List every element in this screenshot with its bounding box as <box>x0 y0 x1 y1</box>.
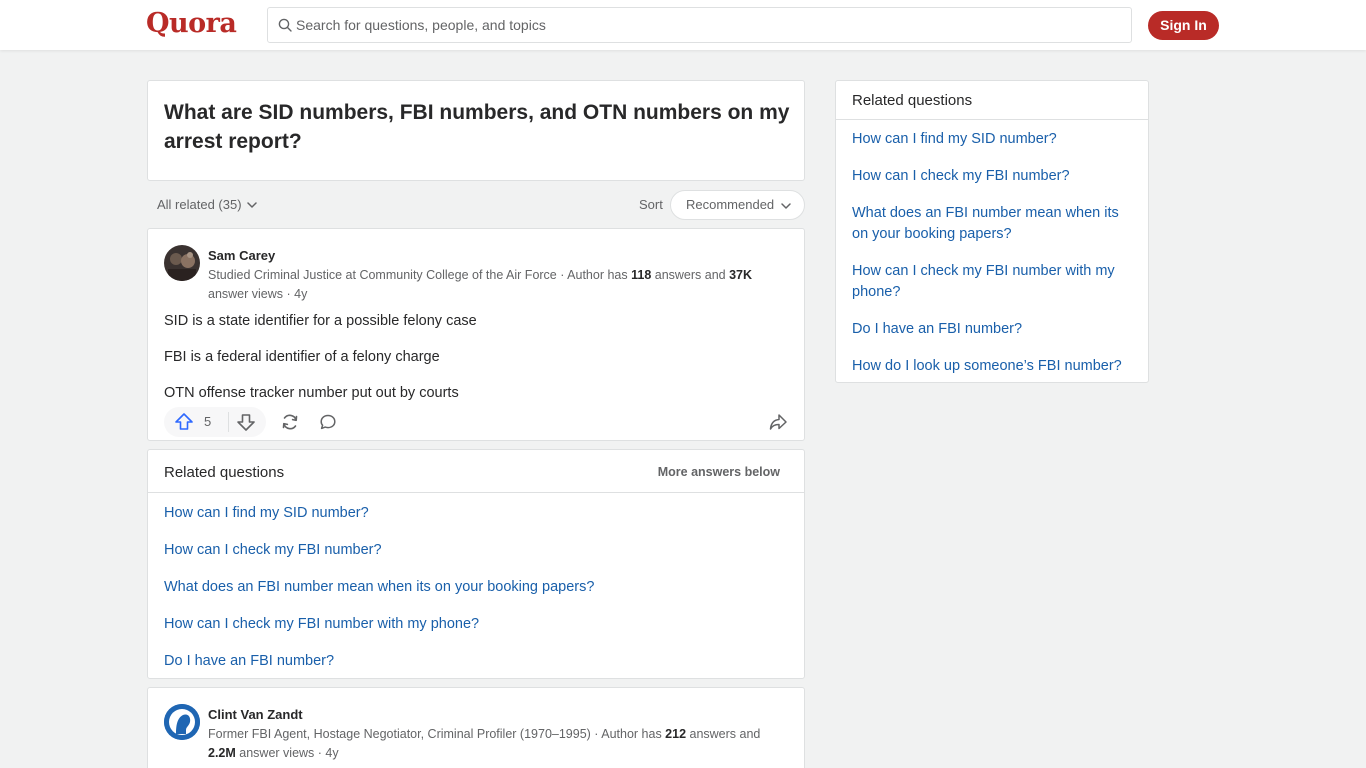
quora-logo[interactable]: Quora <box>146 8 237 39</box>
sign-in-button[interactable]: Sign In <box>1148 11 1219 40</box>
credential-text: answer views · 4y <box>235 745 339 760</box>
avatar[interactable] <box>164 704 200 740</box>
credential-text: answers and <box>651 268 730 282</box>
sidebar-question-link[interactable]: Do I have an FBI number? <box>852 319 1137 340</box>
chevron-down-icon <box>781 203 791 209</box>
related-question-link[interactable]: What does an FBI number mean when its on… <box>164 577 794 614</box>
question-title: What are SID numbers, FBI numbers, and O… <box>164 101 790 153</box>
credential-text: Former FBI Agent, Hostage Negotiator, Cr… <box>208 727 666 741</box>
answer-card: Sam Carey Studied Criminal Justice at Co… <box>147 228 805 441</box>
sort-dropdown[interactable]: Recommended <box>670 190 805 220</box>
answer-paragraph: FBI is a federal identifier of a felony … <box>164 349 440 365</box>
credential-text: Studied Criminal Justice at Community Co… <box>208 268 632 282</box>
reshare-button[interactable] <box>280 412 300 437</box>
share-button[interactable] <box>768 412 788 437</box>
sidebar-question-link[interactable]: How can I find my SID number? <box>852 129 1137 150</box>
related-question-link[interactable]: Do I have an FBI number? <box>164 651 794 688</box>
answer-paragraph: OTN offense tracker number put out by co… <box>164 385 459 401</box>
views-count: 2.2M <box>208 745 236 760</box>
question-card: What are SID numbers, FBI numbers, and O… <box>147 80 805 181</box>
avatar[interactable] <box>164 245 200 281</box>
reshare-icon <box>282 414 298 430</box>
sidebar-related-questions: Related questions How can I find my SID … <box>835 80 1149 383</box>
sidebar-question-list: How can I find my SID number? How can I … <box>852 129 1137 393</box>
sidebar-title: Related questions <box>852 92 973 109</box>
sidebar-question-link[interactable]: How can I check my FBI number? <box>852 166 1137 187</box>
search-input[interactable] <box>296 8 1116 42</box>
sidebar-question-link[interactable]: How can I check my FBI number with my ph… <box>852 261 1137 303</box>
upvote-button[interactable] <box>174 412 194 437</box>
answer-filter-bar: All related (35) Sort Recommended <box>147 190 805 220</box>
author-credentials: Former FBI Agent, Hostage Negotiator, Cr… <box>208 725 788 762</box>
top-bar: Quora Sign In <box>0 0 1366 50</box>
more-answers-below: More answers below <box>657 465 780 479</box>
sidebar-question-link[interactable]: How do I look up someone’s FBI number? <box>852 356 1137 377</box>
author-name[interactable]: Clint Van Zandt <box>208 707 303 722</box>
author-name[interactable]: Sam Carey <box>208 248 275 263</box>
downvote-button[interactable] <box>236 412 256 437</box>
upvote-count: 5 <box>204 414 212 429</box>
related-questions-list: How can I find my SID number? How can I … <box>164 503 794 688</box>
downvote-icon <box>237 414 255 431</box>
answer-actions: 5 <box>164 407 792 437</box>
sort-label: Sort <box>639 197 663 212</box>
chevron-down-icon <box>246 202 257 208</box>
related-questions-title: Related questions <box>164 464 285 481</box>
sort-value: Recommended <box>686 197 775 212</box>
all-related-dropdown[interactable]: All related (35) <box>157 197 258 212</box>
all-related-label: All related (35) <box>157 197 242 212</box>
answers-count: 118 <box>631 268 652 282</box>
vote-pill: 5 <box>164 407 266 437</box>
author-credentials: Studied Criminal Justice at Community Co… <box>208 266 788 303</box>
credential-text: answer views · 4y <box>208 286 308 301</box>
sidebar-header: Related questions <box>836 81 1148 120</box>
answer-body: SID is a state identifier for a possible… <box>164 311 784 419</box>
related-question-link[interactable]: How can I check my FBI number? <box>164 540 794 577</box>
sidebar-question-link[interactable]: What does an FBI number mean when its on… <box>852 203 1137 245</box>
views-count: 37K <box>729 268 753 282</box>
answer-paragraph: SID is a state identifier for a possible… <box>164 313 477 329</box>
vote-divider <box>228 412 229 432</box>
share-icon <box>769 414 787 430</box>
related-questions-card: Related questions More answers below How… <box>147 449 805 679</box>
answer-card: Clint Van Zandt Former FBI Agent, Hostag… <box>147 687 805 768</box>
search-icon <box>278 18 292 32</box>
comment-icon <box>320 414 336 430</box>
related-question-link[interactable]: How can I find my SID number? <box>164 503 794 540</box>
credential-text: answers and <box>686 727 761 741</box>
comment-button[interactable] <box>318 412 338 437</box>
upvote-icon <box>175 413 193 430</box>
answers-count: 212 <box>665 727 687 741</box>
related-questions-header: Related questions More answers below <box>148 450 804 493</box>
related-question-link[interactable]: How can I check my FBI number with my ph… <box>164 614 794 651</box>
search-box[interactable] <box>267 7 1132 43</box>
